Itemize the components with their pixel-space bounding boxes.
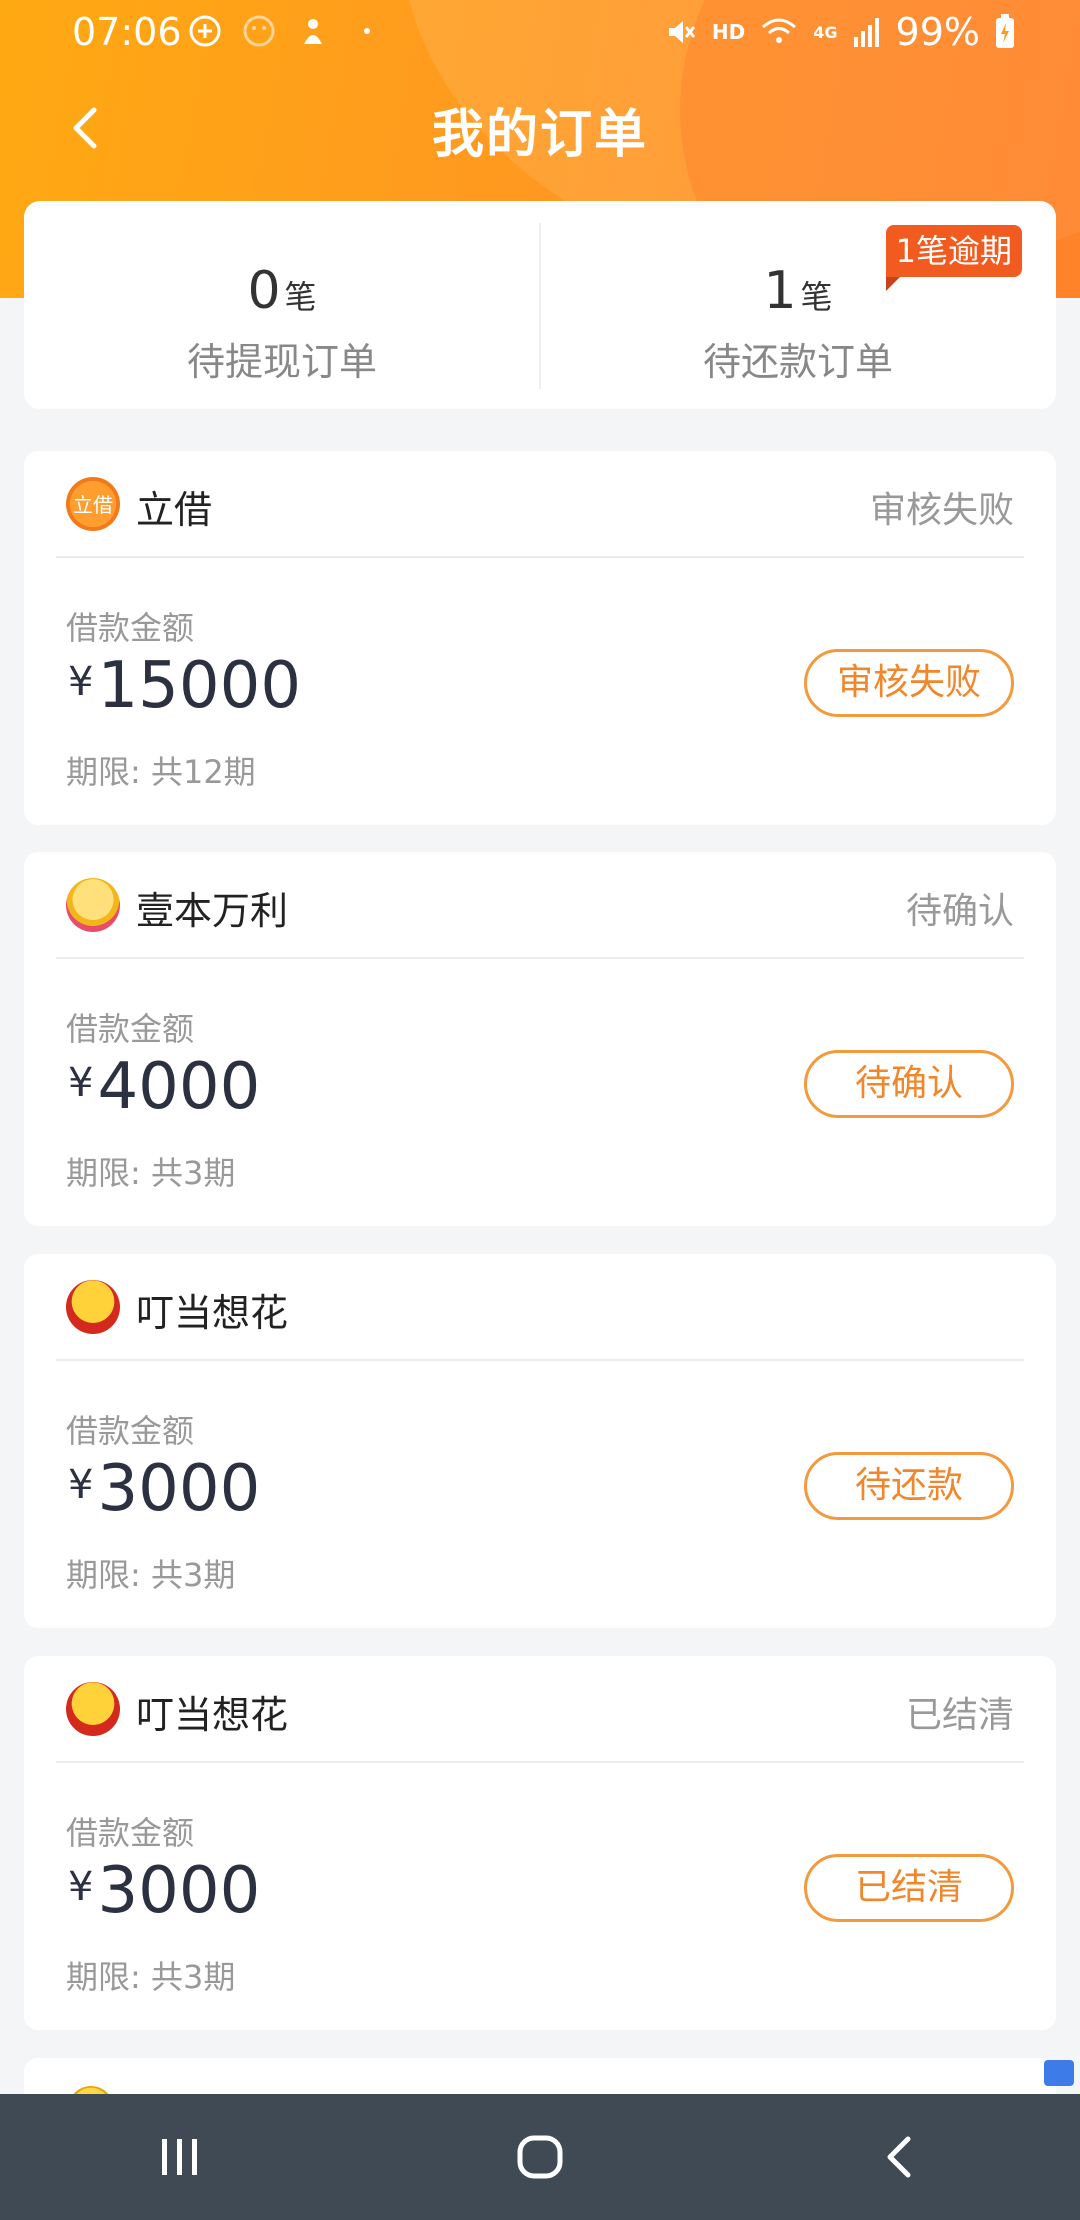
- amount-value: 4000: [97, 1050, 261, 1124]
- lender-name: 壹本万利: [136, 889, 289, 933]
- order-status-button[interactable]: 已结清: [804, 1854, 1014, 1922]
- order-card[interactable]: 壹本万利 待确认 借款金额 ¥4000 期限: 共3期 待确认: [24, 852, 1056, 1226]
- status-bar: 07:06 HD 4G 99%: [0, 0, 1080, 64]
- title-bar: 我的订单: [0, 80, 1080, 170]
- home-icon: [517, 2135, 563, 2179]
- order-card[interactable]: 叮当想花 借款金额 ¥3000 期限: 共3期 待还款: [24, 1254, 1056, 1628]
- divider: [56, 1761, 1024, 1763]
- amount-value: 3000: [97, 1452, 261, 1526]
- hd-label: HD: [711, 20, 746, 44]
- page-title: 我的订单: [431, 105, 648, 165]
- order-status-button[interactable]: 待还款: [804, 1452, 1014, 1520]
- order-status-text: 已结清: [905, 1695, 1014, 1736]
- loan-amount: ¥15000: [68, 649, 301, 723]
- add-circle-icon: [189, 15, 221, 47]
- pending-withdraw-unit: 笔: [284, 278, 317, 316]
- smiley-icon: [243, 15, 275, 47]
- pending-repay-unit: 笔: [800, 278, 833, 316]
- divider: [56, 1359, 1024, 1361]
- amount-label: 借款金额: [66, 1010, 195, 1048]
- android-icon: [304, 19, 322, 44]
- lender-logo-icon: [66, 1280, 120, 1334]
- lender-name: 立借: [136, 488, 213, 532]
- pending-repay-count: 1: [763, 261, 797, 321]
- back-icon: [887, 2136, 911, 2178]
- lender-logo-icon: [66, 1682, 120, 1736]
- divider: [56, 556, 1024, 558]
- battery-charging-icon: [996, 14, 1014, 48]
- order-card[interactable]: 立借 立借 审核失败 借款金额 ¥15000 期限: 共12期 审核失败: [24, 451, 1056, 825]
- mute-icon: [668, 21, 696, 43]
- loan-amount: ¥3000: [68, 1854, 260, 1928]
- system-nav-bar: [0, 2094, 1080, 2220]
- currency-symbol: ¥: [68, 659, 94, 705]
- svg-text:立借: 立借: [73, 493, 113, 517]
- dot-icon: [364, 28, 370, 34]
- lender-logo-icon: 立借: [66, 477, 120, 531]
- battery-percent: 99%: [895, 10, 980, 54]
- loan-term: 期限: 共3期: [66, 1556, 236, 1594]
- amount-label: 借款金额: [66, 1814, 195, 1852]
- divider: [56, 957, 1024, 959]
- order-status-text: 待确认: [905, 891, 1014, 932]
- lender-name: 叮当想花: [136, 1291, 289, 1335]
- currency-symbol: ¥: [68, 1864, 94, 1910]
- floating-badge-icon[interactable]: [1044, 2060, 1074, 2086]
- loan-term: 期限: 共12期: [66, 753, 256, 791]
- order-summary: 0笔 待提现订单 1笔逾期 1笔 待还款订单: [24, 201, 1056, 409]
- lender-name: 叮当想花: [136, 1693, 289, 1737]
- pending-repay-label: 待还款订单: [702, 340, 893, 384]
- amount-value: 15000: [97, 649, 302, 723]
- order-status-button[interactable]: 待确认: [804, 1050, 1014, 1118]
- currency-symbol: ¥: [68, 1462, 94, 1508]
- loan-amount: ¥4000: [68, 1050, 260, 1124]
- recent-apps-button[interactable]: [120, 2112, 240, 2202]
- amount-value: 3000: [97, 1854, 261, 1928]
- pending-withdraw-count: 0: [247, 261, 281, 321]
- lender-logo-icon: [66, 878, 120, 932]
- order-status-button[interactable]: 审核失败: [804, 649, 1014, 717]
- amount-label: 借款金额: [66, 609, 195, 647]
- home-button[interactable]: [480, 2112, 600, 2202]
- back-nav-button[interactable]: [840, 2112, 960, 2202]
- order-card[interactable]: 叮当想花 已结清 借款金额 ¥3000 期限: 共3期 已结清: [24, 1656, 1056, 2030]
- pending-withdraw-label: 待提现订单: [186, 340, 377, 384]
- loan-amount: ¥3000: [68, 1452, 260, 1526]
- loan-term: 期限: 共3期: [66, 1958, 236, 1996]
- currency-symbol: ¥: [68, 1060, 94, 1106]
- wifi-icon: [762, 18, 797, 43]
- order-status-text: 审核失败: [869, 490, 1014, 531]
- signal-icon: [853, 18, 879, 47]
- recent-apps-icon: [162, 2139, 197, 2175]
- status-time: 07:06: [72, 10, 182, 54]
- pending-withdraw-summary[interactable]: 0笔 待提现订单: [24, 201, 540, 409]
- loan-term: 期限: 共3期: [66, 1154, 236, 1192]
- network-label: 4G: [813, 22, 838, 42]
- pending-repay-summary[interactable]: 1笔逾期 1笔 待还款订单: [540, 201, 1056, 409]
- amount-label: 借款金额: [66, 1412, 195, 1450]
